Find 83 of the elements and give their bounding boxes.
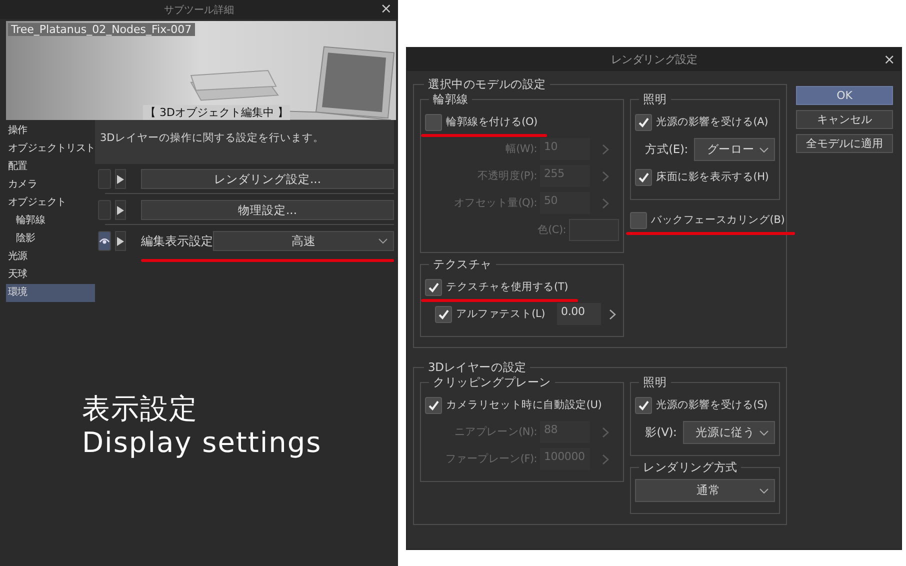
checkmark-icon (637, 116, 650, 128)
group-title: 照明 (642, 375, 668, 390)
chevron-icon (759, 430, 769, 436)
group-title: クリッピングプレーン (432, 375, 552, 390)
category-item[interactable]: カメラ (6, 176, 95, 194)
field-label: オフセット量(Q): (453, 196, 537, 210)
category-item[interactable]: 輪郭線 (6, 212, 95, 230)
checkmark-icon (637, 170, 650, 184)
field-label: 色(C): (536, 223, 566, 237)
triangle-icon (117, 206, 124, 214)
chevron-icon (759, 488, 769, 494)
object-name: Tree_Platanus_02_Nodes_Fix-007 (8, 23, 195, 36)
checkbox[interactable] (635, 396, 652, 414)
checkbox-label[interactable]: バックフェースカリング(B) (651, 213, 785, 227)
checkbox-label[interactable]: アルファテスト(L) (456, 307, 546, 321)
category-item[interactable]: 環境 (6, 284, 95, 302)
field-label: 幅(W): (504, 142, 537, 156)
checkbox-label[interactable]: テクスチャを使用する(T) (446, 280, 568, 294)
checkbox-label[interactable]: 床面に影を表示する(H) (656, 170, 769, 184)
chevron-icon (378, 238, 388, 244)
triangle-icon (117, 174, 124, 184)
caption-text: 表示設定 (82, 392, 199, 426)
description-text: 3Dレイヤーの操作に関する設定を行います。 (95, 120, 394, 164)
dialog-button[interactable]: OK (796, 86, 893, 105)
category-item[interactable]: 配置 (6, 158, 95, 176)
category-item[interactable]: 光源 (6, 248, 95, 266)
chevron-icon (759, 146, 769, 152)
group-title: レンダリング方式 (642, 460, 738, 475)
field-label: ニアプレーン(N): (453, 425, 537, 439)
visibility-toggle[interactable] (98, 231, 111, 251)
close-button[interactable]: × (380, 1, 392, 17)
checkmark-icon (437, 308, 450, 320)
category-item[interactable]: 天球 (6, 266, 95, 284)
checkbox[interactable] (435, 306, 452, 322)
group-title: 輪郭線 (432, 92, 470, 107)
category-item[interactable]: オブジェクト (6, 194, 95, 212)
checkbox-label[interactable]: カメラリセット時に自動設定(U) (446, 398, 602, 412)
checkmark-icon (637, 398, 650, 412)
section-title: 3Dレイヤーの設定 (427, 360, 528, 375)
dialog-button[interactable]: キャンセル (796, 110, 893, 129)
dropdown[interactable]: 光源に従う (682, 421, 775, 444)
group-title: 照明 (642, 92, 668, 107)
visibility-toggle[interactable] (98, 200, 111, 220)
checkbox[interactable] (425, 114, 442, 130)
checkbox[interactable] (630, 212, 647, 228)
expand-toggle[interactable] (115, 231, 126, 251)
category-item[interactable]: 操作 (6, 122, 95, 140)
caption-text: Display settings (82, 426, 323, 460)
setting-label: 編集表示設定 (141, 232, 213, 250)
field-label: 方式(E): (645, 142, 688, 157)
chevron-right-icon[interactable] (609, 308, 616, 320)
checkmark-icon (427, 398, 440, 412)
group-title: テクスチャ (432, 257, 494, 272)
checkbox[interactable] (425, 278, 442, 296)
checkbox[interactable] (425, 396, 442, 414)
dropdown[interactable]: 通常 (635, 479, 775, 502)
checkbox-label[interactable]: 輪郭線を付ける(O) (446, 115, 538, 129)
checkbox-label[interactable]: 光源の影響を受ける(A) (656, 115, 768, 129)
settings-button[interactable]: 物理設定... (141, 200, 394, 220)
section-title: 選択中のモデルの設定 (427, 77, 548, 92)
close-button[interactable]: × (883, 52, 895, 68)
expand-toggle[interactable] (115, 200, 126, 220)
category-item[interactable]: 陰影 (6, 230, 95, 248)
panel-title: サブツール詳細 (164, 4, 234, 16)
checkbox[interactable] (635, 114, 652, 130)
checkbox-label[interactable]: 光源の影響を受ける(S) (656, 398, 768, 412)
checkbox[interactable] (635, 168, 652, 186)
expand-toggle[interactable] (115, 169, 126, 189)
dropdown[interactable]: 高速 (213, 231, 394, 251)
category-item[interactable]: オブジェクトリスト (6, 140, 95, 158)
number-field[interactable]: 0.00 (557, 303, 602, 325)
field-label: 影(V): (645, 425, 677, 440)
visibility-toggle[interactable] (98, 169, 111, 189)
triangle-icon (117, 236, 124, 246)
dialog-title: レンダリング設定 (610, 52, 698, 67)
dropdown[interactable]: グーロー (694, 138, 775, 161)
settings-button[interactable]: レンダリング設定... (141, 169, 394, 189)
checkmark-icon (427, 280, 440, 294)
field-label: ファープレーン(F): (444, 452, 537, 466)
dialog-button[interactable]: 全モデルに適用 (796, 134, 893, 153)
eye-icon (99, 237, 110, 245)
field-label: 不透明度(P): (476, 169, 537, 183)
edit-status-label: 【 3Dオブジェクト編集中 】 (143, 105, 290, 120)
